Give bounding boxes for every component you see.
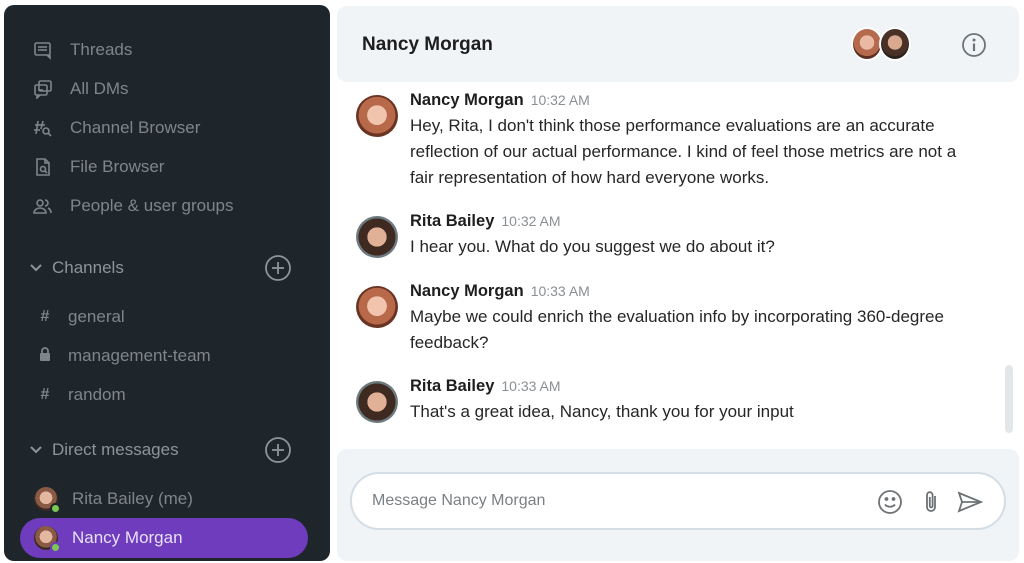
dm-nancy-morgan[interactable]: Nancy Morgan	[20, 518, 308, 558]
message-text: That's a great idea, Nancy, thank you fo…	[410, 402, 794, 421]
nav-threads[interactable]: Threads	[32, 37, 132, 63]
channels-section-toggle[interactable]: Channels	[28, 254, 124, 282]
message-text: Hey, Rita, I don't think those performan…	[410, 116, 957, 187]
nav-file-browser[interactable]: File Browser	[32, 154, 164, 180]
dms-header: Direct messages	[52, 440, 179, 459]
add-dm-button[interactable]	[264, 436, 292, 464]
paperclip-icon	[926, 491, 936, 512]
message-author[interactable]: Nancy Morgan	[410, 91, 524, 110]
avatar	[34, 526, 61, 553]
nav-people[interactable]: People & user groups	[32, 193, 234, 219]
nav-channel-browser[interactable]: Channel Browser	[32, 115, 200, 141]
composer	[350, 472, 1006, 530]
all-dms-icon	[32, 78, 54, 100]
channel-management-team[interactable]: management-team	[36, 343, 211, 369]
avatar[interactable]	[356, 381, 398, 423]
send-button[interactable]	[956, 488, 984, 516]
message: Nancy Morgan 10:33 AM Maybe we could enr…	[356, 282, 976, 356]
message: Rita Bailey 10:33 AM That's a great idea…	[356, 377, 976, 425]
avatar[interactable]	[356, 216, 398, 258]
message-author[interactable]: Nancy Morgan	[410, 282, 524, 301]
nav-channel-browser-label: Channel Browser	[70, 118, 201, 137]
people-icon	[32, 195, 54, 217]
lock-icon	[36, 346, 54, 366]
message-list: Nancy Morgan 10:32 AM Hey, Rita, I don't…	[340, 85, 1020, 445]
emoji-icon	[878, 490, 902, 514]
nav-file-browser-label: File Browser	[70, 157, 165, 176]
dm-name: Nancy Morgan	[72, 528, 183, 547]
nav-all-dms[interactable]: All DMs	[32, 76, 129, 102]
info-button[interactable]	[961, 32, 987, 58]
channel-general[interactable]: # general	[36, 304, 125, 330]
hash-icon: #	[40, 308, 50, 325]
conversation-title: Nancy Morgan	[362, 34, 493, 55]
message-time: 10:33 AM	[530, 283, 590, 299]
message-text: Maybe we could enrich the evaluation inf…	[410, 307, 944, 352]
file-browser-icon	[32, 156, 54, 178]
channels-header: Channels	[52, 258, 124, 277]
dms-section-toggle[interactable]: Direct messages	[28, 436, 179, 464]
conversation-header: Nancy Morgan	[337, 6, 1019, 82]
member-avatars[interactable]	[851, 27, 911, 61]
info-icon	[962, 33, 986, 57]
threads-icon	[32, 39, 54, 61]
avatar	[34, 487, 61, 514]
message: Rita Bailey 10:32 AM I hear you. What do…	[356, 212, 976, 260]
attach-button[interactable]	[918, 488, 946, 516]
channel-browser-icon	[32, 117, 54, 139]
avatar[interactable]	[356, 286, 398, 328]
avatar[interactable]	[356, 95, 398, 137]
message-input[interactable]	[372, 488, 852, 514]
emoji-button[interactable]	[876, 488, 904, 516]
channel-name: random	[68, 385, 126, 404]
dm-rita-bailey[interactable]: Rita Bailey (me)	[20, 479, 308, 519]
avatar	[879, 27, 911, 61]
message-time: 10:32 AM	[501, 213, 561, 229]
nav-threads-label: Threads	[70, 40, 133, 59]
sidebar: Threads All DMs Channel Browser File Bro…	[4, 5, 330, 561]
message-time: 10:33 AM	[501, 378, 561, 394]
channel-name: management-team	[68, 346, 211, 365]
dm-name: Rita Bailey (me)	[72, 489, 193, 508]
message-author[interactable]: Rita Bailey	[410, 212, 494, 231]
chevron-down-icon	[28, 260, 44, 276]
message-time: 10:32 AM	[530, 92, 590, 108]
plus-circle-icon	[265, 255, 291, 281]
online-status-icon	[50, 503, 61, 514]
channel-name: general	[68, 307, 125, 326]
composer-area	[337, 449, 1019, 561]
send-icon	[957, 491, 984, 513]
message-author[interactable]: Rita Bailey	[410, 377, 494, 396]
add-channel-button[interactable]	[264, 254, 292, 282]
plus-circle-icon	[265, 437, 291, 463]
chevron-down-icon	[28, 442, 44, 458]
message-text: I hear you. What do you suggest we do ab…	[410, 237, 775, 256]
message-scrollbar[interactable]	[1005, 365, 1013, 433]
nav-all-dms-label: All DMs	[70, 79, 129, 98]
hash-icon: #	[40, 386, 50, 403]
online-status-icon	[50, 542, 61, 553]
message: Nancy Morgan 10:32 AM Hey, Rita, I don't…	[356, 91, 976, 191]
channel-random[interactable]: # random	[36, 382, 126, 408]
nav-people-label: People & user groups	[70, 196, 234, 215]
